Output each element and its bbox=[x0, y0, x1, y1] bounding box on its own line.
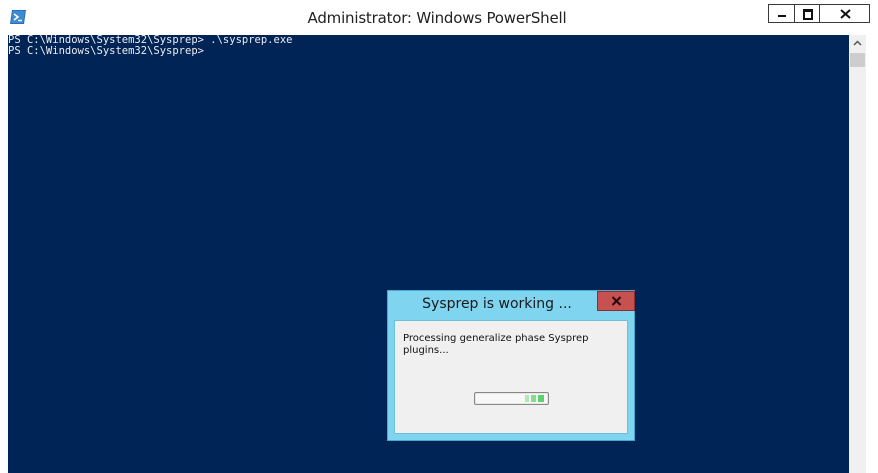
progress-track bbox=[476, 394, 547, 403]
dialog-close-button[interactable] bbox=[597, 291, 635, 311]
sysprep-dialog: Sysprep is working ... Processing genera… bbox=[387, 290, 635, 441]
chevron-up-icon bbox=[853, 40, 862, 46]
progress-marquee-segment bbox=[538, 395, 544, 402]
console-line: PS C:\Windows\System32\Sysprep> bbox=[8, 45, 204, 57]
progress-marquee-segment bbox=[525, 395, 529, 402]
progress-marquee-segment bbox=[531, 395, 536, 402]
close-icon bbox=[611, 296, 622, 306]
window-border bbox=[866, 35, 878, 473]
window-title: Administrator: Windows PowerShell bbox=[307, 9, 567, 27]
minimize-button[interactable] bbox=[768, 4, 795, 23]
maximize-button[interactable] bbox=[794, 4, 820, 23]
close-button[interactable] bbox=[819, 4, 870, 23]
progress-bar bbox=[474, 392, 549, 405]
vertical-scrollbar[interactable] bbox=[849, 35, 866, 473]
powershell-window: Administrator: Windows PowerShell PS C:\… bbox=[0, 0, 878, 473]
scrollbar-thumb[interactable] bbox=[850, 53, 865, 67]
console-output: PS C:\Windows\System32\Sysprep> .\syspre… bbox=[8, 35, 292, 57]
scroll-up-button[interactable] bbox=[849, 35, 866, 52]
dialog-body: Processing generalize phase Sysprep plug… bbox=[394, 320, 628, 434]
dialog-title: Sysprep is working ... bbox=[422, 296, 572, 312]
status-message: Processing generalize phase Sysprep plug… bbox=[403, 333, 589, 356]
title-bar[interactable]: Administrator: Windows PowerShell bbox=[0, 0, 878, 34]
close-icon bbox=[840, 9, 851, 19]
